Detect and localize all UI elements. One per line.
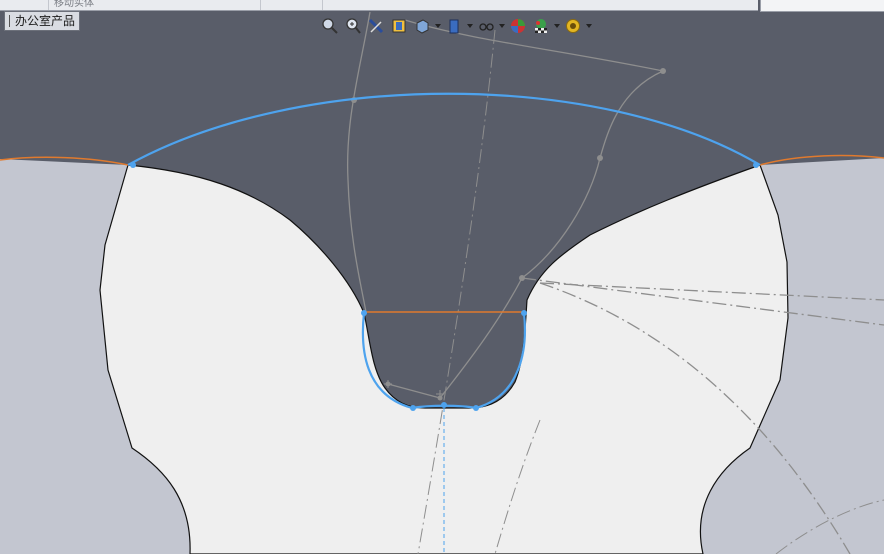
view-settings-icon	[566, 19, 580, 33]
command-manager-panel: 移动实体	[0, 0, 758, 11]
strip-cell	[180, 0, 261, 10]
zoom-to-area-icon	[346, 18, 361, 34]
tab-separator	[9, 15, 13, 27]
previous-view-button[interactable]	[366, 15, 386, 37]
hide-show-items-button[interactable]	[476, 15, 496, 37]
view-settings-button[interactable]	[563, 15, 583, 37]
apply-scene-icon	[535, 19, 547, 33]
strip-cell	[262, 0, 323, 10]
command-manager-strip: 移动实体	[0, 0, 884, 12]
hide-show-items-icon	[479, 23, 494, 31]
previous-view-icon	[368, 18, 384, 34]
task-pane-edge	[760, 0, 884, 12]
chevron-down-icon	[435, 24, 441, 28]
display-style-icon	[449, 19, 459, 34]
chevron-down-icon	[467, 24, 473, 28]
zoom-to-area-button[interactable]	[343, 15, 363, 37]
view-orientation-button[interactable]	[412, 15, 432, 37]
zoom-to-fit-icon	[322, 18, 338, 34]
view-orientation-icon	[416, 19, 429, 34]
view-settings-dropdown[interactable]	[586, 15, 592, 37]
document-tab-label: 办公室产品	[15, 14, 76, 28]
strip-cell	[0, 0, 49, 10]
chevron-down-icon	[586, 24, 592, 28]
apply-scene-button[interactable]	[531, 15, 551, 37]
chevron-down-icon	[554, 24, 560, 28]
display-style-button[interactable]	[444, 15, 464, 37]
chevron-down-icon	[499, 24, 505, 28]
heads-up-view-toolbar	[320, 14, 592, 38]
display-style-dropdown[interactable]	[467, 15, 473, 37]
tip-arc[interactable]	[127, 92, 761, 166]
view-orientation-dropdown[interactable]	[435, 15, 441, 37]
document-tab[interactable]: 办公室产品	[4, 11, 81, 31]
zoom-to-fit-button[interactable]	[320, 15, 340, 37]
graphics-area[interactable]	[0, 0, 884, 554]
ribbon-hint-label: 移动实体	[54, 0, 94, 9]
centerline-marks	[384, 380, 444, 398]
apply-scene-dropdown[interactable]	[554, 15, 560, 37]
section-view-button[interactable]	[389, 15, 409, 37]
edit-appearance-icon	[511, 19, 525, 33]
section-view-icon	[392, 19, 406, 33]
edit-appearance-button[interactable]	[508, 15, 528, 37]
hide-show-items-dropdown[interactable]	[499, 15, 505, 37]
